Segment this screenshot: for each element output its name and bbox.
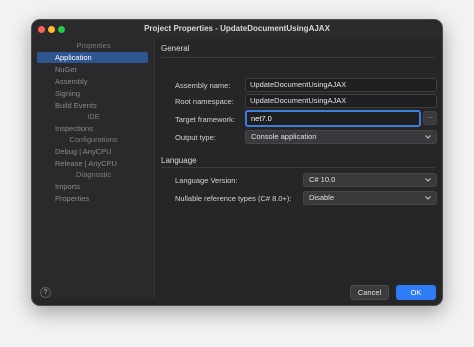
sidebar-item-imports[interactable]: Imports xyxy=(37,181,148,192)
sidebar-item-application[interactable]: Application xyxy=(37,52,148,63)
nullable-types-label: Nullable reference types (C# 8.0+): xyxy=(175,194,292,203)
language-version-value: C# 10.0 xyxy=(309,175,336,184)
chevron-down-icon xyxy=(425,178,431,182)
sidebar: Properties Application NuGet Assembly Si… xyxy=(32,39,155,298)
target-framework-field[interactable]: net7.0 xyxy=(245,110,421,127)
sidebar-item-signing[interactable]: Signing xyxy=(37,88,148,99)
sidebar-item-debug-anycpu[interactable]: Debug | AnyCPU xyxy=(37,146,148,157)
settings-panel: General Assembly name: UpdateDocumentUsi… xyxy=(156,39,442,298)
chevron-down-icon xyxy=(425,196,431,200)
general-group-title: General xyxy=(161,44,190,53)
section-header-properties: Properties xyxy=(76,41,111,50)
section-header-configurations: Configurations xyxy=(69,135,118,144)
ok-button[interactable]: OK xyxy=(396,285,436,300)
target-framework-label: Target framework: xyxy=(175,115,236,124)
output-type-select[interactable]: Console application xyxy=(245,130,437,144)
sidebar-item-build-events[interactable]: Build Events xyxy=(37,100,148,111)
root-namespace-field[interactable]: UpdateDocumentUsingAJAX xyxy=(245,94,437,108)
sidebar-item-nuget[interactable]: NuGet xyxy=(37,64,148,75)
sidebar-item-release-anycpu[interactable]: Release | AnyCPU xyxy=(37,158,148,169)
language-version-label: Language Version: xyxy=(175,176,238,185)
output-type-value: Console application xyxy=(251,132,317,141)
general-divider xyxy=(161,57,435,58)
sidebar-item-inspections[interactable]: Inspections xyxy=(37,123,148,134)
root-namespace-label: Root namespace: xyxy=(175,97,234,106)
chevron-down-icon xyxy=(425,135,431,139)
cancel-button[interactable]: Cancel xyxy=(350,285,389,300)
output-type-label: Output type: xyxy=(175,133,216,142)
window-title: Project Properties - UpdateDocumentUsing… xyxy=(144,24,330,33)
browse-framework-button[interactable]: ... xyxy=(423,111,437,125)
sidebar-item-properties[interactable]: Properties xyxy=(37,193,148,204)
section-header-diagnostic: Diagnostic xyxy=(75,170,112,179)
sidebar-item-assembly[interactable]: Assembly xyxy=(37,76,148,87)
help-button[interactable]: ? xyxy=(40,287,51,298)
title-bar: Project Properties - UpdateDocumentUsing… xyxy=(32,20,442,39)
language-group-title: Language xyxy=(161,156,197,165)
nullable-types-value: Disable xyxy=(309,193,335,202)
assembly-name-label: Assembly name: xyxy=(175,81,231,90)
section-header-ide: IDE xyxy=(87,112,100,121)
nullable-types-select[interactable]: Disable xyxy=(303,191,437,205)
project-properties-dialog: Project Properties - UpdateDocumentUsing… xyxy=(31,19,443,306)
assembly-name-field[interactable]: UpdateDocumentUsingAJAX xyxy=(245,78,437,92)
language-version-select[interactable]: C# 10.0 xyxy=(303,173,437,187)
language-divider xyxy=(161,167,435,168)
